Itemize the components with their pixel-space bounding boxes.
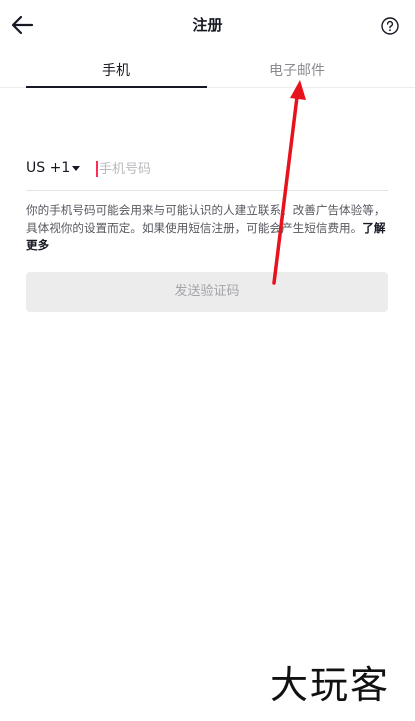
active-tab-indicator bbox=[26, 86, 207, 88]
privacy-notice: 你的手机号码可能会用来与可能认识的人建立联系、改善广告体验等，具体视你的设置而定… bbox=[26, 202, 388, 255]
watermark-logo: 大玩客 bbox=[270, 663, 391, 707]
country-code-selector[interactable]: US +1 bbox=[26, 160, 70, 176]
tab-email[interactable]: 电子邮件 bbox=[207, 60, 387, 80]
phone-number-input[interactable] bbox=[96, 157, 376, 181]
help-button[interactable] bbox=[381, 17, 399, 35]
phone-input-row: US +1 bbox=[26, 155, 388, 191]
tab-bar: 手机 电子邮件 bbox=[0, 50, 415, 88]
question-circle-icon[interactable] bbox=[381, 17, 399, 35]
caret-down-icon[interactable] bbox=[72, 166, 80, 172]
annotation-arrow bbox=[272, 80, 306, 285]
notice-text: 你的手机号码可能会用来与可能认识的人建立联系、改善广告体验等，具体视你的设置而定… bbox=[26, 203, 386, 235]
page-title: 注册 bbox=[192, 16, 223, 34]
send-code-button[interactable]: 发送验证码 bbox=[26, 272, 388, 312]
header: 注册 bbox=[0, 0, 415, 50]
tab-phone[interactable]: 手机 bbox=[26, 60, 206, 80]
